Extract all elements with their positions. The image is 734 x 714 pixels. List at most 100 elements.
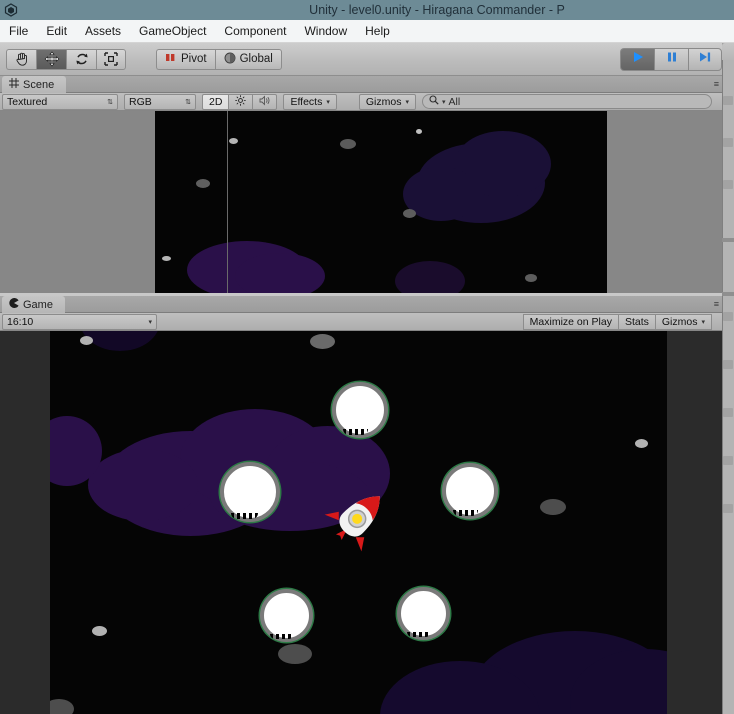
inspector-row[interactable] (723, 504, 733, 513)
tab-inspector[interactable] (722, 43, 734, 60)
tab-scene[interactable]: Scene (2, 76, 67, 93)
asteroid (50, 699, 74, 714)
step-button[interactable] (688, 47, 722, 71)
global-button[interactable]: Global (214, 48, 282, 70)
color-mode-label: RGB (129, 95, 152, 108)
planet-right[interactable] (442, 463, 498, 519)
pause-button[interactable] (654, 47, 688, 71)
menu-assets[interactable]: Assets (76, 21, 130, 42)
pivot-label: Pivot (181, 53, 207, 65)
inspector-row[interactable] (723, 312, 733, 321)
asteroid (310, 334, 335, 349)
scene-audio-button[interactable] (253, 93, 278, 110)
menu-gameobject[interactable]: GameObject (130, 21, 215, 42)
asteroid (340, 139, 356, 149)
pause-icon (665, 50, 679, 69)
maximize-on-play-button[interactable]: Maximize on Play (522, 313, 619, 330)
inspector-row[interactable] (723, 180, 733, 189)
game-gizmos-button[interactable]: Gizmos ▾ (655, 313, 712, 330)
asteroid (80, 336, 93, 345)
inspector-row[interactable] (723, 360, 733, 369)
rotate-tool-button[interactable] (66, 48, 96, 70)
window-title: Unity - level0.unity - Hiragana Commande… (309, 3, 565, 17)
aspect-ratio-label: 16:10 (7, 315, 34, 328)
menu-edit[interactable]: Edit (37, 21, 76, 42)
scene-grid-icon (9, 78, 19, 91)
game-view[interactable] (0, 331, 722, 714)
scene-camera-render[interactable] (155, 111, 607, 293)
chevron-down-icon: ▾ (405, 98, 409, 106)
pivot-button[interactable]: Pivot (156, 48, 215, 70)
asteroid (196, 179, 210, 188)
rotate-icon (74, 51, 90, 67)
effects-dropdown-button[interactable]: Effects ▾ (283, 93, 337, 110)
pivot-global-group: Pivot Global (156, 48, 282, 70)
inspector-panel[interactable] (722, 43, 734, 714)
inspector-splitter[interactable] (722, 292, 734, 296)
chevron-down-icon: ▾ (326, 98, 330, 106)
tab-game[interactable]: Game (2, 296, 65, 313)
planet-bottom-right[interactable] (397, 587, 450, 640)
toggle-2d-label: 2D (209, 95, 223, 108)
chevron-updown-icon: ⇅ (185, 98, 191, 106)
play-button[interactable] (620, 47, 654, 71)
draw-mode-label: Textured (7, 95, 48, 108)
game-controlbar: 16:10 ▾ Maximize on Play Stats Gizmos ▾ (0, 313, 722, 331)
menu-component[interactable]: Component (215, 21, 295, 42)
asteroid (525, 274, 537, 282)
scene-search-text: All (448, 95, 461, 108)
planet-top[interactable] (332, 382, 388, 438)
inspector-row[interactable] (723, 408, 733, 417)
gizmos-dropdown-button[interactable]: Gizmos ▾ (358, 93, 416, 110)
asteroid (416, 129, 422, 134)
inspector-row[interactable] (723, 456, 733, 465)
scene-tabstrip: Scene ≡ (0, 76, 722, 93)
hand-icon (14, 51, 30, 67)
stats-label: Stats (624, 315, 649, 328)
planet-left[interactable] (220, 462, 280, 522)
menu-window[interactable]: Window (295, 21, 356, 42)
speaker-icon (259, 95, 271, 109)
planet-bottom-left[interactable] (260, 589, 313, 642)
inspector-splitter[interactable] (722, 238, 734, 242)
game-panel-menu-icon[interactable]: ≡ (714, 299, 719, 309)
pivot-icon (165, 52, 177, 66)
asteroid (635, 439, 648, 448)
game-camera-render[interactable] (50, 331, 667, 714)
scene-split-line (227, 111, 228, 293)
asteroid (162, 256, 171, 261)
color-mode-dropdown[interactable]: RGB ⇅ (124, 93, 196, 110)
move-tool-button[interactable] (36, 48, 66, 70)
menu-help[interactable]: Help (356, 21, 399, 42)
gizmos-label: Gizmos (365, 95, 402, 108)
asteroid (403, 209, 416, 218)
toggle-2d-button[interactable]: 2D (202, 93, 230, 110)
hand-tool-button[interactable] (6, 48, 36, 70)
chevron-down-icon: ▾ (701, 318, 705, 326)
scene-search-input[interactable]: ▾ All (421, 94, 712, 109)
scale-tool-button[interactable] (96, 48, 126, 70)
search-icon (429, 95, 439, 108)
scene-lighting-button[interactable] (229, 93, 254, 110)
inspector-row[interactable] (723, 138, 733, 147)
game-tabstrip: Game ≡ (0, 296, 722, 313)
play-icon (631, 50, 645, 69)
chevron-down-icon: ▾ (148, 318, 152, 326)
game-gizmos-label: Gizmos (661, 315, 698, 328)
tab-scene-label: Scene (23, 78, 55, 91)
main-toolbar: Pivot Global (0, 43, 734, 76)
aspect-ratio-dropdown[interactable]: 16:10 ▾ (2, 313, 157, 330)
inspector-row[interactable] (723, 96, 733, 105)
transform-tools-group (6, 48, 126, 70)
inspector-body (722, 60, 734, 714)
window-titlebar: Unity - level0.unity - Hiragana Commande… (0, 0, 734, 20)
scene-panel-menu-icon[interactable]: ≡ (714, 79, 719, 89)
move-arrows-icon (44, 51, 60, 67)
draw-mode-dropdown[interactable]: Textured ⇅ (2, 93, 118, 110)
scene-controlbar: Textured ⇅ RGB ⇅ 2D Effects ▾ Gizmos ▾ ▾… (0, 93, 722, 111)
nebula-cloud (395, 261, 465, 293)
stats-button[interactable]: Stats (618, 313, 656, 330)
menu-file[interactable]: File (0, 21, 37, 42)
play-controls-group (620, 47, 722, 71)
scene-view[interactable] (0, 111, 722, 293)
